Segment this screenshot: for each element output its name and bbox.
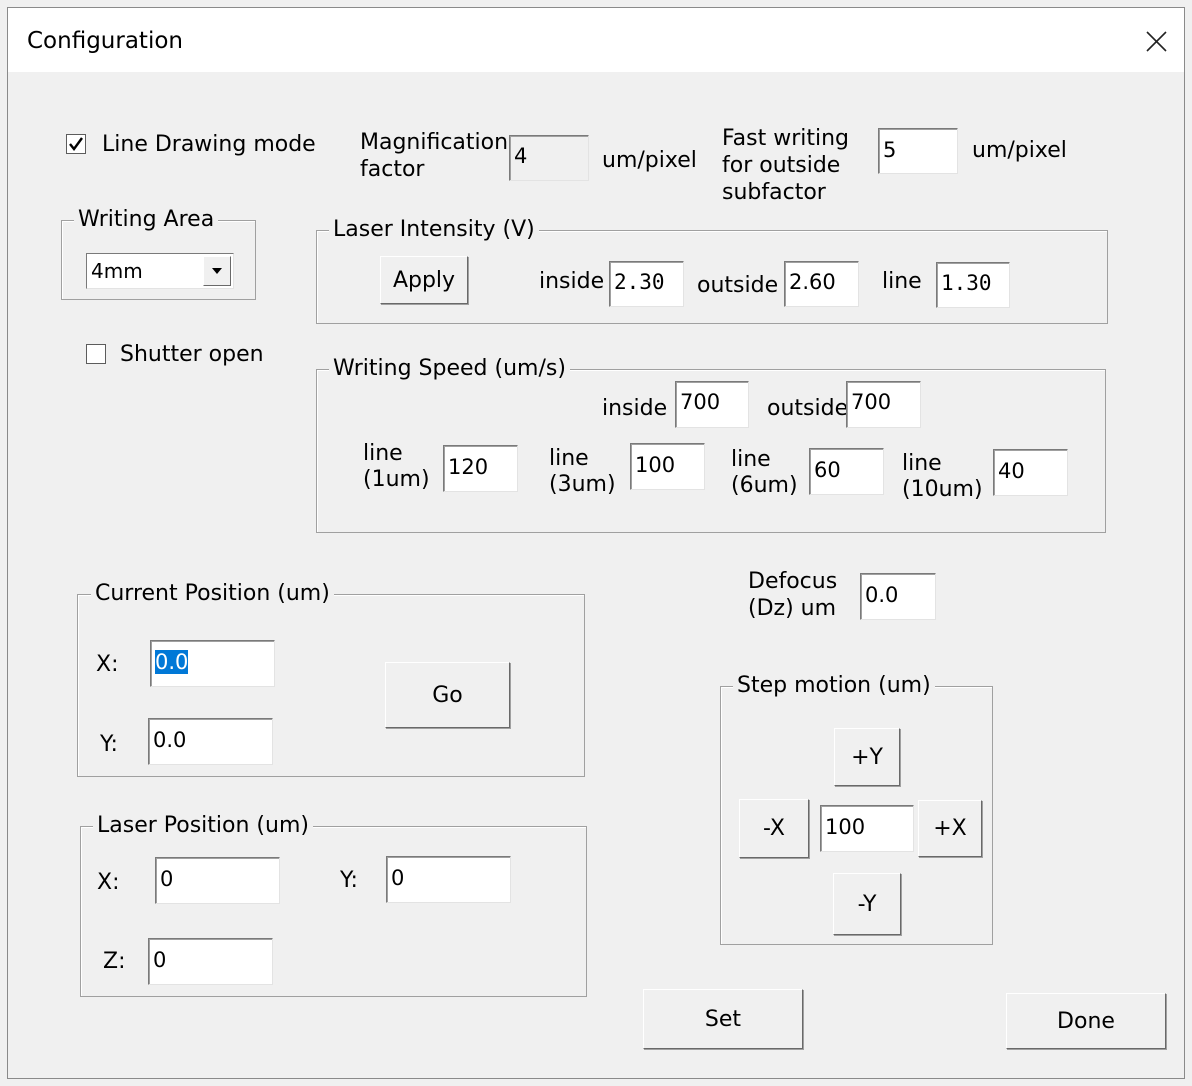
laser-x-field[interactable]: 0	[155, 857, 280, 904]
magnification-unit: um/pixel	[602, 148, 697, 173]
laser-z-label: Z:	[103, 949, 126, 974]
writing-area-legend: Writing Area	[74, 206, 219, 234]
intensity-inside-label: inside	[539, 269, 605, 294]
chevron-down-icon[interactable]	[203, 256, 231, 286]
step-motion-legend: Step motion (um)	[733, 672, 935, 700]
speed-line3-label: line (3um)	[549, 446, 616, 497]
laser-z-field[interactable]: 0	[148, 938, 273, 985]
shutter-checkbox[interactable]	[86, 344, 106, 364]
window-title: Configuration	[27, 28, 183, 54]
minus-x-button[interactable]: -X	[739, 799, 809, 858]
line-drawing-checkbox[interactable]	[66, 134, 86, 154]
speed-line6-field[interactable]: 60	[809, 448, 884, 495]
writing-area-select[interactable]: 4mm	[86, 253, 234, 289]
fast-writing-field[interactable]: 5	[878, 128, 958, 174]
step-value-field[interactable]: 100	[820, 805, 914, 852]
title-bar: Configuration	[8, 8, 1184, 72]
plus-y-button[interactable]: +Y	[834, 728, 900, 786]
intensity-outside-label: outside	[697, 273, 779, 298]
go-button[interactable]: Go	[385, 662, 510, 728]
magnification-label: Magnification factor	[360, 130, 509, 182]
speed-line3-field[interactable]: 100	[630, 443, 705, 490]
plus-x-button[interactable]: +X	[918, 800, 982, 857]
intensity-line-label: line	[882, 269, 922, 294]
close-icon[interactable]	[1138, 24, 1174, 60]
speed-line1-field[interactable]: 120	[443, 445, 518, 492]
laser-position-legend: Laser Position (um)	[93, 812, 313, 840]
intensity-inside-field[interactable]: 2.30	[609, 261, 684, 307]
speed-inside-label: inside	[602, 396, 668, 421]
defocus-label: Defocus (Dz) um	[748, 569, 838, 621]
shutter-label: Shutter open	[120, 342, 264, 367]
defocus-field[interactable]: 0.0	[860, 573, 936, 620]
fast-writing-label: Fast writing for outside subfactor	[722, 126, 849, 205]
writing-area-group: Writing Area 4mm	[61, 206, 256, 300]
speed-line6-label: line (6um)	[731, 447, 798, 498]
set-button[interactable]: Set	[643, 989, 803, 1049]
laser-y-field[interactable]: 0	[386, 856, 511, 903]
done-button[interactable]: Done	[1006, 993, 1166, 1049]
speed-outside-field[interactable]: 700	[846, 381, 921, 428]
apply-button[interactable]: Apply	[380, 256, 468, 304]
magnification-field: 4	[509, 135, 589, 181]
line-drawing-label: Line Drawing mode	[102, 132, 316, 157]
laser-y-label: Y:	[340, 868, 358, 893]
current-x-field[interactable]: 0.0	[150, 640, 275, 687]
writing-area-value: 4mm	[91, 259, 143, 283]
current-x-value: 0.0	[155, 650, 189, 674]
fast-writing-unit: um/pixel	[972, 138, 1067, 163]
laser-intensity-legend: Laser Intensity (V)	[329, 216, 539, 244]
speed-line1-label: line (1um)	[363, 441, 430, 492]
minus-y-button[interactable]: -Y	[833, 873, 901, 935]
laser-x-label: X:	[97, 870, 120, 895]
current-y-field[interactable]: 0.0	[148, 718, 273, 765]
writing-speed-legend: Writing Speed (um/s)	[329, 355, 570, 383]
current-position-legend: Current Position (um)	[91, 580, 334, 608]
speed-line10-field[interactable]: 40	[993, 449, 1068, 496]
current-x-label: X:	[96, 652, 119, 677]
intensity-outside-field[interactable]: 2.60	[784, 261, 859, 307]
current-y-label: Y:	[100, 732, 118, 757]
speed-line10-label: line (10um)	[902, 451, 983, 502]
intensity-line-field[interactable]: 1.30	[936, 262, 1010, 308]
speed-inside-field[interactable]: 700	[675, 381, 749, 428]
speed-outside-label: outside	[767, 396, 849, 421]
